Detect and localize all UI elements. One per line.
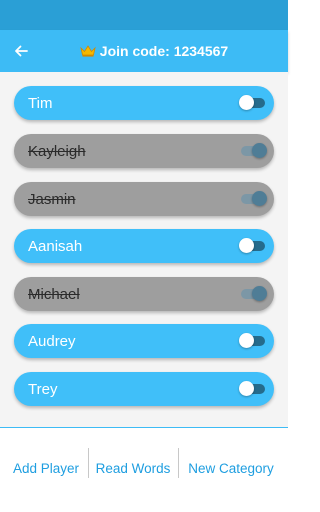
player-row[interactable]: Aanisah xyxy=(14,229,274,263)
status-bar xyxy=(0,0,288,30)
add-player-button[interactable]: Add Player xyxy=(6,450,86,486)
toggle-thumb xyxy=(239,95,254,110)
player-list: Tim Kayleigh Jasmin Aanisah Michael Audr… xyxy=(0,72,288,427)
player-row[interactable]: Tim xyxy=(14,86,274,120)
page-title: Join code: 1234567 xyxy=(99,43,229,59)
player-toggle[interactable] xyxy=(239,381,265,396)
bottom-action-bar: Add Player Read Words New Category xyxy=(0,428,288,494)
player-toggle[interactable] xyxy=(241,286,267,301)
new-category-button[interactable]: New Category xyxy=(180,450,282,486)
player-name: Aanisah xyxy=(28,237,83,255)
read-words-button[interactable]: Read Words xyxy=(90,450,176,486)
player-row[interactable]: Michael xyxy=(14,277,274,311)
player-name: Audrey xyxy=(28,332,76,350)
player-name: Trey xyxy=(28,380,58,398)
player-row[interactable]: Jasmin xyxy=(14,182,274,216)
divider xyxy=(88,448,89,478)
player-toggle[interactable] xyxy=(241,191,267,206)
toggle-thumb xyxy=(252,286,267,301)
toggle-thumb xyxy=(239,333,254,348)
title-wrap: Join code: 1234567 xyxy=(0,30,288,72)
player-toggle[interactable] xyxy=(241,143,267,158)
player-name: Tim xyxy=(28,94,53,112)
player-row[interactable]: Kayleigh xyxy=(14,134,274,168)
player-toggle[interactable] xyxy=(239,333,265,348)
crown-icon xyxy=(80,45,96,57)
player-toggle[interactable] xyxy=(239,238,265,253)
player-row[interactable]: Trey xyxy=(14,372,274,406)
toggle-thumb xyxy=(239,238,254,253)
player-row[interactable]: Audrey xyxy=(14,324,274,358)
toggle-thumb xyxy=(239,381,254,396)
toggle-thumb xyxy=(252,143,267,158)
app-bar: Join code: 1234567 xyxy=(0,30,288,72)
player-name: Michael xyxy=(28,285,80,303)
player-toggle[interactable] xyxy=(239,95,265,110)
player-name: Jasmin xyxy=(28,190,76,208)
player-name: Kayleigh xyxy=(28,142,86,160)
divider xyxy=(178,448,179,478)
system-nav-area xyxy=(0,494,288,512)
toggle-thumb xyxy=(252,191,267,206)
